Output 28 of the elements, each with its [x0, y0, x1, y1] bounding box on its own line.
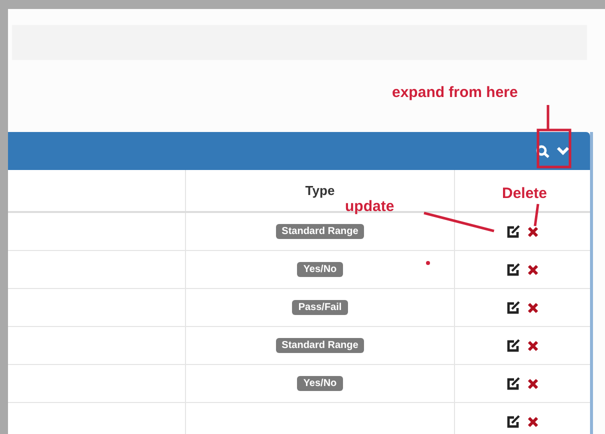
- annotation-label: expand from here: [392, 84, 518, 101]
- delete-icon[interactable]: [527, 378, 539, 390]
- column-header: Type: [305, 183, 335, 198]
- dot-mark: [426, 261, 430, 265]
- leader-line: [534, 204, 540, 226]
- edit-icon[interactable]: [506, 377, 521, 390]
- highlight-box: [536, 128, 572, 168]
- delete-icon[interactable]: [527, 340, 539, 352]
- annotation-label: update: [345, 198, 394, 215]
- chevron-down-icon[interactable]: [556, 146, 570, 156]
- delete-icon[interactable]: [527, 416, 539, 428]
- edit-icon[interactable]: [506, 225, 521, 238]
- edit-icon[interactable]: [506, 339, 521, 352]
- type-badge: Standard Range: [276, 224, 364, 239]
- delete-icon[interactable]: [527, 302, 539, 314]
- type-badge: Yes/No: [297, 262, 343, 277]
- annotation-label: Delete: [502, 185, 548, 202]
- type-badge: Yes/No: [297, 376, 343, 391]
- delete-icon[interactable]: [527, 264, 539, 276]
- type-badge: Pass/Fail: [292, 300, 348, 315]
- edit-icon[interactable]: [506, 263, 521, 276]
- leader-line: [424, 212, 494, 232]
- edit-icon[interactable]: [506, 301, 521, 314]
- search-icon[interactable]: [536, 144, 550, 158]
- type-badge: Standard Range: [276, 338, 364, 353]
- delete-icon[interactable]: [527, 226, 539, 238]
- edit-icon[interactable]: [506, 415, 521, 428]
- leader-line: [546, 105, 550, 129]
